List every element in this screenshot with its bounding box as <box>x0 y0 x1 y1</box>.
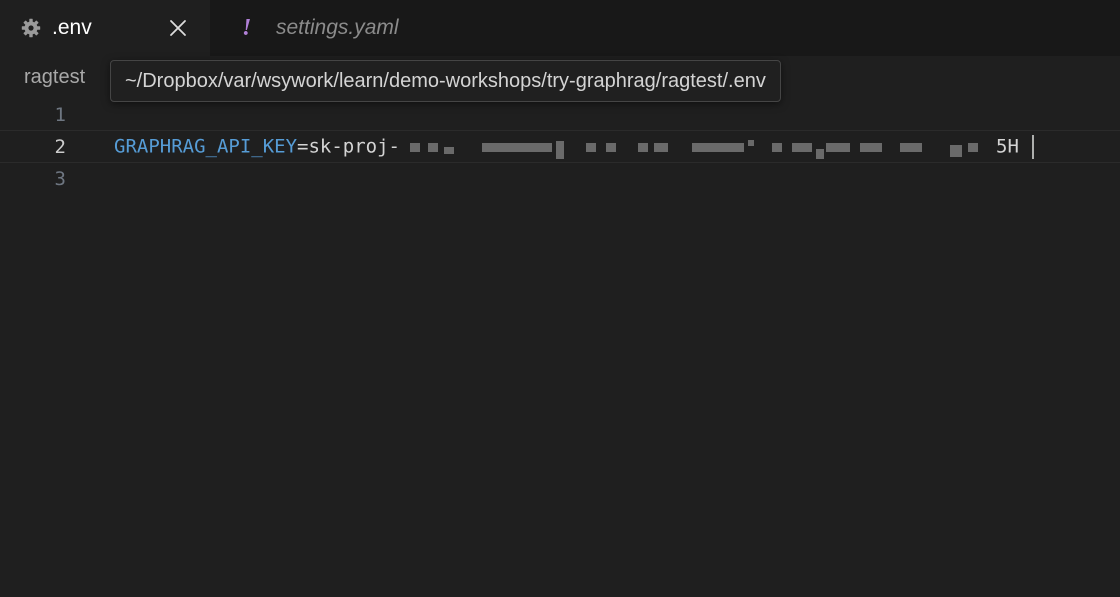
editor-line: 3 <box>0 162 1120 195</box>
line-number: 2 <box>54 135 66 158</box>
code-editor[interactable]: 1 2 GRAPHRAG_API_KEY=sk-proj- 5H 3 <box>0 98 1120 332</box>
line-number: 3 <box>54 167 66 190</box>
breadcrumb[interactable]: ragtest <box>24 66 85 89</box>
tab-label: settings.yaml <box>276 16 399 39</box>
redacted-secret <box>400 135 996 159</box>
close-icon[interactable] <box>164 14 192 42</box>
tab-settings-yaml[interactable]: ! settings.yaml <box>210 0 462 56</box>
env-value-prefix: sk-proj- <box>308 135 400 157</box>
tab-label: .env <box>52 16 92 39</box>
code-text: GRAPHRAG_API_KEY=sk-proj- 5H <box>114 135 1019 159</box>
env-value-suffix: 5H <box>996 135 1019 157</box>
exclamation-icon: ! <box>242 14 252 41</box>
path-tooltip: ~/Dropbox/var/wsywork/learn/demo-worksho… <box>110 60 781 102</box>
env-equals: = <box>297 135 309 157</box>
line-number: 1 <box>54 103 66 126</box>
tab-env[interactable]: .env <box>0 0 210 56</box>
editor-line: 1 <box>0 98 1120 131</box>
tooltip-path: ~/Dropbox/var/wsywork/learn/demo-worksho… <box>125 69 766 92</box>
breadcrumb-folder[interactable]: ragtest <box>24 66 85 88</box>
gear-icon <box>20 17 42 39</box>
tab-bar: .env ! settings.yaml <box>0 0 1120 56</box>
env-key: GRAPHRAG_API_KEY <box>114 135 298 157</box>
editor-line-current: 2 GRAPHRAG_API_KEY=sk-proj- 5H <box>0 130 1120 163</box>
text-cursor <box>1032 135 1034 159</box>
